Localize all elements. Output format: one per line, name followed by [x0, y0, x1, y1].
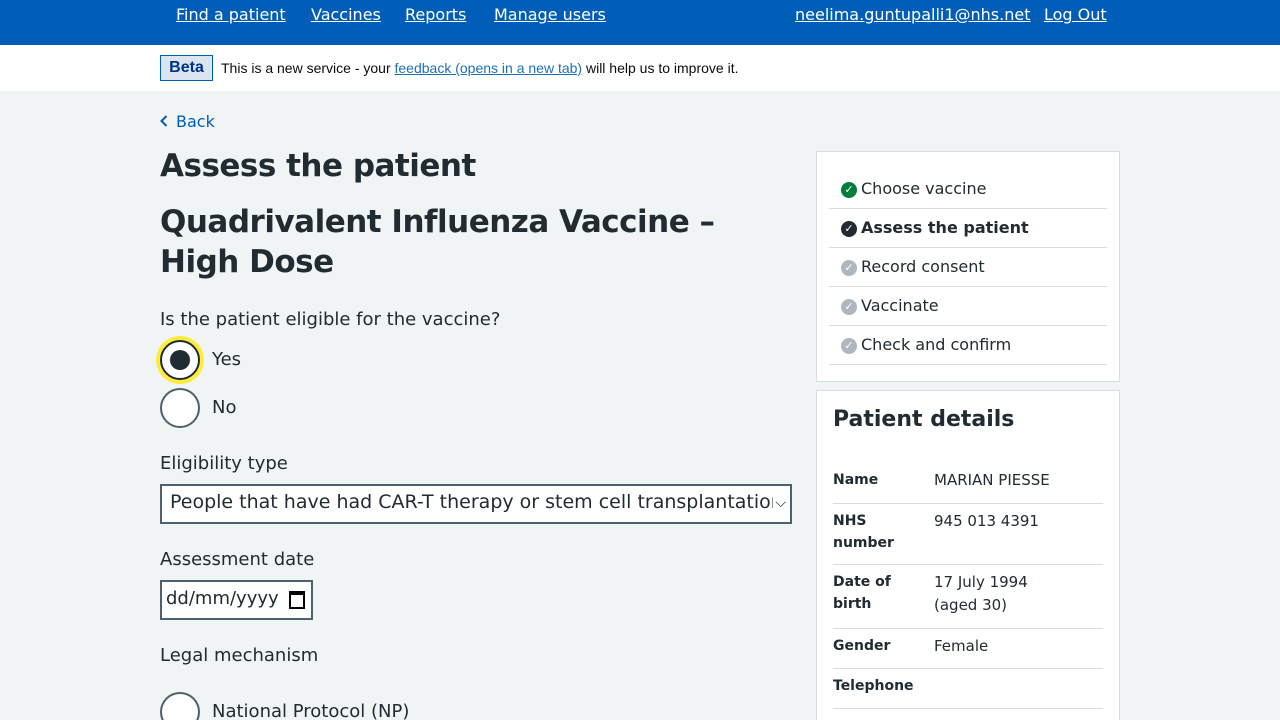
eligible-no-radio[interactable]	[160, 388, 200, 428]
dob-value: 17 July 1994 (aged 30)	[934, 571, 1104, 617]
step-choose-vaccine[interactable]: ✓ Choose vaccine	[829, 170, 1107, 209]
header-nav: Find a patient Vaccines Reports Manage u…	[0, 0, 1280, 45]
row-gender: Gender Female	[833, 635, 1103, 669]
nhs-value: 945 013 4391	[934, 512, 1039, 530]
step-vaccinate: ✓ Vaccinate	[829, 287, 1107, 326]
eligibility-type-value: People that have had CAR-T therapy or st…	[170, 491, 792, 513]
nhs-label: NHS number	[833, 513, 894, 551]
check-pending-icon: ✓	[841, 299, 857, 315]
legal-np-label[interactable]: National Protocol (NP)	[212, 701, 409, 720]
nav-find-patient[interactable]: Find a patient	[176, 5, 286, 24]
step-assess-patient: ✓ Assess the patient	[829, 209, 1107, 248]
row-telephone: Telephone	[833, 675, 1103, 709]
dob-date: 17 July 1994	[934, 573, 1028, 591]
beta-tag: Beta	[160, 55, 213, 81]
gender-value: Female	[934, 637, 989, 655]
check-pending-icon: ✓	[841, 260, 857, 276]
step-label: Assess the patient	[861, 218, 1029, 237]
assessment-date-input[interactable]: dd/mm/yyyy	[160, 580, 313, 620]
name-label: Name	[833, 472, 879, 488]
telephone-label: Telephone	[833, 678, 914, 694]
step-label: Check and confirm	[861, 335, 1012, 354]
step-label: Record consent	[861, 257, 985, 276]
patient-details-card: Patient details Name MARIAN PIESSE NHS n…	[816, 390, 1120, 720]
dob-age: (aged 30)	[934, 596, 1008, 614]
assessment-date-label: Assessment date	[160, 549, 315, 570]
step-record-consent: ✓ Record consent	[829, 248, 1107, 287]
check-complete-icon: ✓	[841, 182, 857, 198]
eligible-yes-label[interactable]: Yes	[212, 349, 241, 370]
eligible-yes-radio[interactable]	[160, 340, 200, 380]
nav-manage-users[interactable]: Manage users	[494, 5, 606, 24]
beta-text-after: will help us to improve it.	[582, 60, 739, 76]
chevron-down-icon: ⌵	[773, 495, 786, 511]
nav-user-email[interactable]: neelima.guntupalli1@nhs.net	[795, 5, 1030, 24]
step-check-confirm: ✓ Check and confirm	[829, 326, 1107, 365]
vaccine-name: Quadrivalent Influenza Vaccine – High Do…	[160, 204, 715, 280]
calendar-icon[interactable]	[289, 591, 305, 609]
eligible-question: Is the patient eligible for the vaccine?	[160, 309, 501, 330]
check-current-icon: ✓	[841, 221, 857, 237]
nav-reports[interactable]: Reports	[405, 5, 466, 24]
gender-label: Gender	[833, 638, 891, 654]
check-pending-icon: ✓	[841, 338, 857, 354]
legal-np-radio[interactable]	[160, 692, 200, 720]
beta-text: This is a new service - your feedback (o…	[221, 60, 738, 76]
beta-banner: Beta This is a new service - your feedba…	[0, 45, 1280, 91]
dob-label: Date of birth	[833, 574, 891, 612]
nav-vaccines[interactable]: Vaccines	[311, 5, 381, 24]
progress-steps: ✓ Choose vaccine ✓ Assess the patient ✓ …	[816, 151, 1120, 382]
feedback-link[interactable]: feedback (opens in a new tab)	[395, 60, 583, 76]
nav-logout[interactable]: Log Out	[1044, 5, 1107, 24]
assessment-date-placeholder: dd/mm/yyyy	[166, 588, 279, 609]
eligible-no-label[interactable]: No	[212, 397, 236, 418]
page-title: Assess the patient	[160, 148, 476, 184]
eligibility-type-label: Eligibility type	[160, 453, 288, 474]
legal-mechanism-label: Legal mechanism	[160, 645, 319, 666]
step-label: Vaccinate	[861, 296, 939, 315]
back-label: Back	[176, 112, 215, 131]
name-value: MARIAN PIESSE	[934, 471, 1050, 489]
step-label: Choose vaccine	[861, 179, 987, 198]
row-dob: Date of birth 17 July 1994 (aged 30)	[833, 571, 1103, 629]
row-name: Name MARIAN PIESSE	[833, 469, 1103, 504]
back-link[interactable]: Back	[160, 112, 215, 131]
patient-details-heading: Patient details	[833, 407, 1015, 432]
eligibility-type-select[interactable]: People that have had CAR-T therapy or st…	[160, 484, 792, 524]
row-nhs-number: NHS number 945 013 4391	[833, 510, 1103, 565]
beta-text-before: This is a new service - your	[221, 60, 395, 76]
chevron-left-icon	[160, 112, 170, 131]
